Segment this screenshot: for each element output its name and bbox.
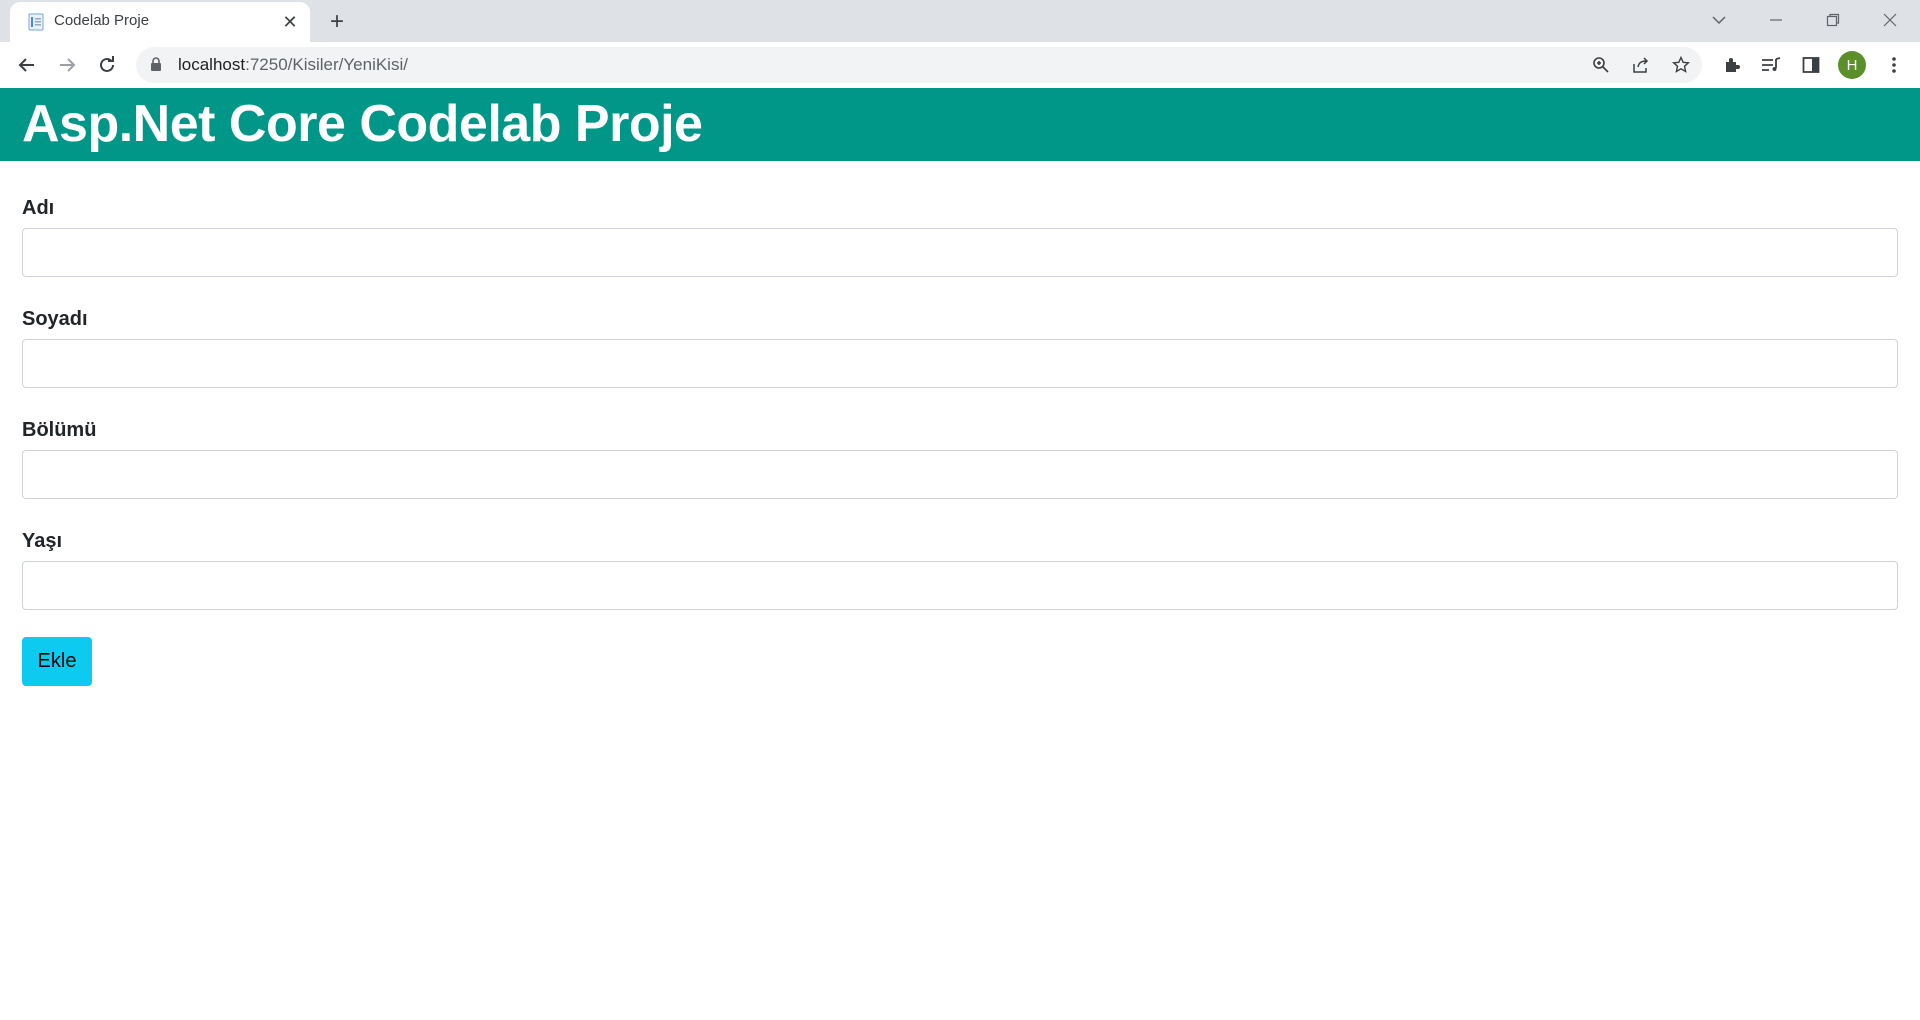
soyadi-input[interactable]	[22, 339, 1898, 388]
field-adi: Adı	[22, 196, 1898, 307]
browser-toolbar: localhost:7250/Kisiler/YeniKisi/ H	[0, 42, 1920, 88]
site-header: Asp.Net Core Codelab Proje	[0, 88, 1920, 161]
reload-icon[interactable]	[91, 49, 123, 81]
back-icon[interactable]	[11, 49, 43, 81]
browser-tab-strip: Codelab Proje ✕ +	[0, 0, 1920, 42]
soyadi-label: Soyadı	[22, 308, 88, 330]
extensions-icon[interactable]	[1718, 51, 1746, 79]
lock-icon[interactable]	[150, 57, 162, 77]
tab-title: Codelab Proje	[54, 12, 150, 29]
close-tab-icon[interactable]: ✕	[280, 12, 300, 32]
field-yasi: Yaşı	[22, 529, 1898, 640]
share-icon[interactable]	[1629, 53, 1653, 77]
page-favicon-icon	[26, 12, 46, 32]
new-tab-icon[interactable]: +	[323, 8, 351, 35]
yasi-input[interactable]	[22, 561, 1898, 610]
field-soyadi: Soyadı	[22, 307, 1898, 418]
bolumu-label: Bölümü	[22, 419, 97, 441]
ekle-button[interactable]: Ekle	[22, 637, 92, 686]
adi-input[interactable]	[22, 228, 1898, 277]
url-path: :7250/Kisiler/YeniKisi/	[245, 55, 408, 74]
bolumu-input[interactable]	[22, 450, 1898, 499]
url-text[interactable]: localhost:7250/Kisiler/YeniKisi/	[178, 55, 408, 75]
adi-label: Adı	[22, 197, 55, 219]
tab-search-icon[interactable]	[1691, 0, 1747, 40]
media-queue-icon[interactable]	[1757, 51, 1785, 79]
forward-icon[interactable]	[51, 49, 83, 81]
page-title: Asp.Net Core Codelab Proje	[22, 95, 703, 153]
yasi-label: Yaşı	[22, 530, 63, 552]
field-bolumu: Bölümü	[22, 418, 1898, 529]
close-window-icon[interactable]	[1862, 0, 1918, 40]
browser-tab[interactable]: Codelab Proje ✕	[10, 2, 310, 42]
zoom-icon[interactable]	[1589, 53, 1613, 77]
bookmark-star-icon[interactable]	[1669, 53, 1693, 77]
kebab-menu-icon[interactable]	[1880, 51, 1908, 79]
restore-icon[interactable]	[1805, 0, 1861, 40]
url-host: localhost	[178, 55, 246, 74]
minimize-icon[interactable]	[1748, 0, 1804, 40]
side-panel-icon[interactable]	[1797, 51, 1825, 79]
profile-avatar[interactable]: H	[1838, 51, 1866, 79]
new-person-form: Adı Soyadı Bölümü Yaşı	[22, 196, 1898, 640]
address-bar[interactable]: localhost:7250/Kisiler/YeniKisi/	[136, 47, 1702, 83]
